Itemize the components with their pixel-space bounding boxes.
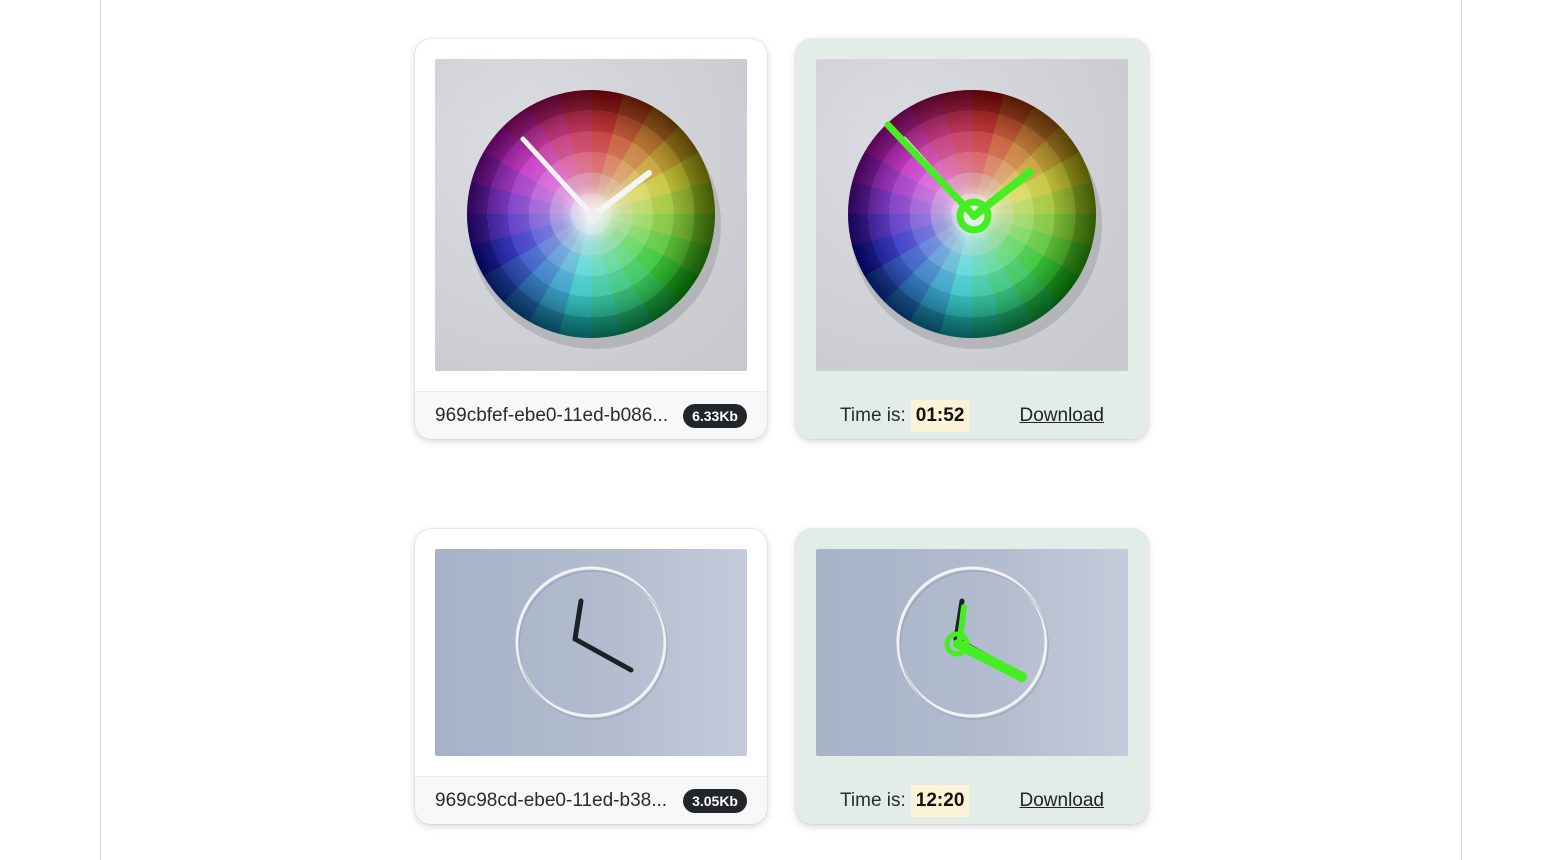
time-label: Time is: bbox=[840, 789, 906, 811]
minimal-clock-result-image bbox=[816, 549, 1128, 756]
result-card: Time is: 12:20 Download bbox=[796, 529, 1148, 824]
color-wheel-clock-result-image bbox=[816, 59, 1128, 371]
time-value: 01:52 bbox=[910, 399, 970, 432]
input-card-footer: 969c98cd-ebe0-11ed-b38... 3.05Kb bbox=[415, 776, 767, 824]
result-card-footer: Time is: 12:20 Download bbox=[796, 776, 1148, 824]
input-image-card: 969cbfef-ebe0-11ed-b086... 6.33Kb bbox=[415, 39, 767, 439]
download-link[interactable]: Download bbox=[1020, 405, 1105, 427]
minimal-clock-image bbox=[435, 549, 747, 756]
page-container bbox=[100, 0, 1462, 860]
file-size-badge: 3.05Kb bbox=[683, 788, 747, 813]
result-card-footer: Time is: 01:52 Download bbox=[796, 391, 1148, 439]
filename-label: 969c98cd-ebe0-11ed-b38... bbox=[435, 789, 668, 811]
time-label: Time is: bbox=[840, 404, 906, 426]
time-value: 12:20 bbox=[910, 784, 970, 817]
filename-label: 969cbfef-ebe0-11ed-b086... bbox=[435, 404, 669, 426]
color-wheel-clock-image bbox=[435, 59, 747, 371]
input-image-card: 969c98cd-ebe0-11ed-b38... 3.05Kb bbox=[415, 529, 767, 824]
detected-time: Time is: 12:20 bbox=[840, 784, 970, 817]
result-card: Time is: 01:52 Download bbox=[796, 39, 1148, 439]
input-card-footer: 969cbfef-ebe0-11ed-b086... 6.33Kb bbox=[415, 391, 767, 439]
download-link[interactable]: Download bbox=[1020, 790, 1105, 812]
file-size-badge: 6.33Kb bbox=[683, 403, 747, 428]
detected-time: Time is: 01:52 bbox=[840, 399, 970, 432]
